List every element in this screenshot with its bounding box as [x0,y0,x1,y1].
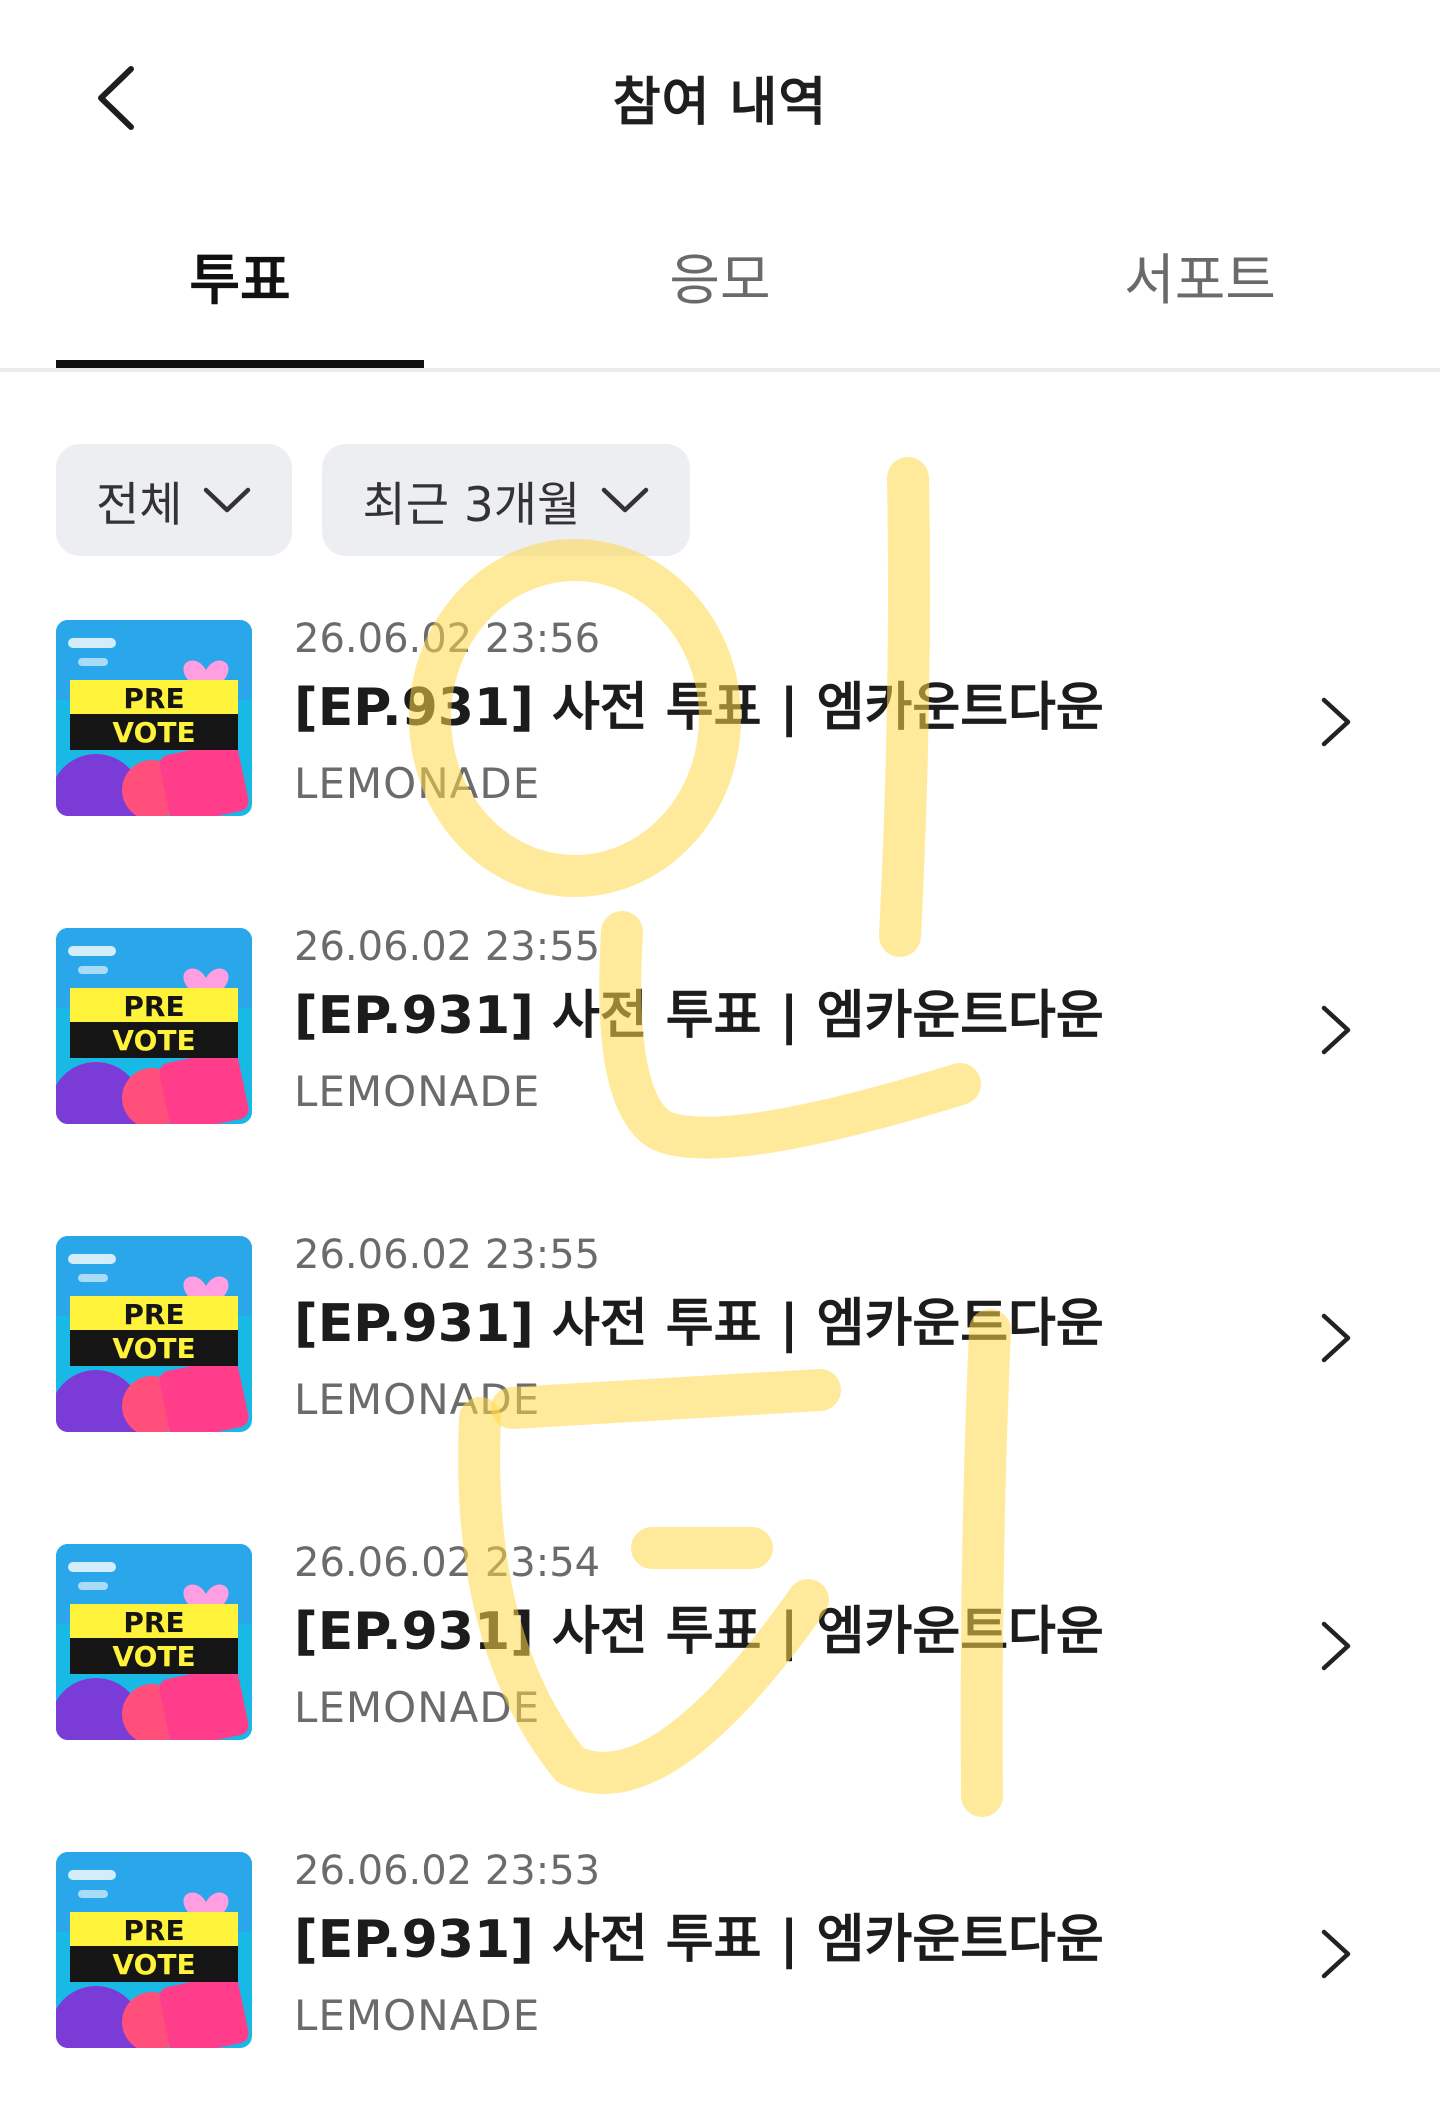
list-item-title: [EP.931] 사전 투표 | 엠카운트다운 [294,678,1104,738]
header: 참여 내역 [0,0,1440,200]
list-item-title: [EP.931] 사전 투표 | 엠카운트다운 [294,1910,1104,1970]
chevron-down-icon [204,487,251,513]
chevron-right-icon[interactable] [1316,1924,1356,1984]
list-item-date: 26.06.02 23:55 [294,924,601,970]
list-item-source: LEMONADE [294,759,541,808]
thumbnail-text-pre: PRE [123,1914,184,1947]
list-item[interactable]: PRE VOTE 26.06.02 23:55 [EP.931] 사전 투표 |… [0,1224,1440,1532]
list-item-source: LEMONADE [294,1683,541,1732]
thumbnail-text-pre: PRE [123,1606,184,1639]
chevron-right-icon[interactable] [1316,1000,1356,1060]
thumbnail-text-pre: PRE [123,1298,184,1331]
chevron-down-icon [602,487,649,513]
chevron-right-icon[interactable] [1316,1616,1356,1676]
vote-thumbnail: PRE VOTE [56,620,252,816]
vote-thumbnail: PRE VOTE [56,1544,252,1740]
list-item-date: 26.06.02 23:56 [294,616,601,662]
vote-thumbnail: PRE VOTE [56,928,252,1124]
tab-bar: 투표 응모 서포트 [0,220,1440,372]
list-item-title: [EP.931] 사전 투표 | 엠카운트다운 [294,1602,1104,1662]
list-item[interactable]: PRE VOTE 26.06.02 23:54 [EP.931] 사전 투표 |… [0,1532,1440,1840]
list-item-date: 26.06.02 23:54 [294,1540,601,1586]
list-item-source: LEMONADE [294,1067,541,1116]
list-item-text: 26.06.02 23:53 [EP.931] 사전 투표 | 엠카운트다운 L… [294,1840,1254,2048]
vote-thumbnail: PRE VOTE [56,1236,252,1432]
thumbnail-text-pre: PRE [123,682,184,715]
list-item-text: 26.06.02 23:54 [EP.931] 사전 투표 | 엠카운트다운 L… [294,1532,1254,1740]
vote-thumbnail: PRE VOTE [56,1852,252,2048]
chevron-right-icon[interactable] [1316,692,1356,752]
thumbnail-text-pre: PRE [123,990,184,1023]
category-filter-label: 전체 [96,477,183,533]
list-item[interactable]: PRE VOTE 26.06.02 23:55 [EP.931] 사전 투표 |… [0,916,1440,1224]
active-tab-indicator [56,360,424,368]
thumbnail-text-vote: VOTE [112,1332,195,1365]
participation-history-screen: 참여 내역 투표 응모 서포트 전체 최근 3개월 PRE VOTE 26.06… [0,0,1440,2119]
thumbnail-text-vote: VOTE [112,1024,195,1057]
page-title: 참여 내역 [612,73,828,133]
list-item[interactable]: PRE VOTE 26.06.02 23:56 [EP.931] 사전 투표 |… [0,608,1440,916]
list-item-text: 26.06.02 23:55 [EP.931] 사전 투표 | 엠카운트다운 L… [294,1224,1254,1432]
category-filter-dropdown[interactable]: 전체 [56,444,293,556]
list-item-text: 26.06.02 23:55 [EP.931] 사전 투표 | 엠카운트다운 L… [294,916,1254,1124]
list-item-text: 26.06.02 23:56 [EP.931] 사전 투표 | 엠카운트다운 L… [294,608,1254,816]
thumbnail-text-vote: VOTE [112,1640,195,1673]
list-item-date: 26.06.02 23:55 [294,1232,601,1278]
list-item-source: LEMONADE [294,1991,541,2040]
period-filter-dropdown[interactable]: 최근 3개월 [322,444,691,556]
list-item-source: LEMONADE [294,1375,541,1424]
tab-entry[interactable]: 응모 [480,220,960,368]
list-item-title: [EP.931] 사전 투표 | 엠카운트다운 [294,1294,1104,1354]
tab-vote[interactable]: 투표 [0,220,480,368]
thumbnail-text-vote: VOTE [112,716,195,749]
chevron-right-icon[interactable] [1316,1308,1356,1368]
vote-history-list: PRE VOTE 26.06.02 23:56 [EP.931] 사전 투표 |… [0,608,1440,2119]
list-item-title: [EP.931] 사전 투표 | 엠카운트다운 [294,986,1104,1046]
thumbnail-text-vote: VOTE [112,1948,195,1981]
filter-bar: 전체 최근 3개월 [56,444,691,556]
list-item-date: 26.06.02 23:53 [294,1848,601,1894]
list-item[interactable]: PRE VOTE 26.06.02 23:53 [EP.931] 사전 투표 |… [0,1840,1440,2119]
tab-support[interactable]: 서포트 [960,220,1440,368]
period-filter-label: 최근 3개월 [362,477,581,533]
